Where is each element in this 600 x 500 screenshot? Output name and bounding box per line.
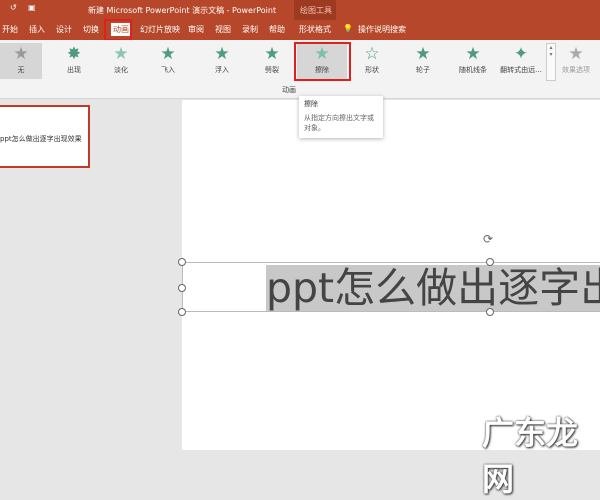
star-icon: ★ bbox=[568, 44, 584, 64]
tooltip-desc: 从指定方向擦出文字或对象。 bbox=[304, 114, 374, 132]
resize-handle[interactable] bbox=[178, 308, 186, 316]
search-box[interactable]: 操作说明搜索 bbox=[358, 24, 406, 35]
context-tab-label: 绘图工具 bbox=[300, 6, 332, 15]
star-icon: ✸ bbox=[66, 44, 82, 64]
ribbon-tabs: 开始 插入 设计 切换 动画 幻灯片放映 审阅 视图 录制 帮助 形状格式 💡 … bbox=[0, 20, 600, 40]
anim-float-in[interactable]: ★ 浮入 bbox=[202, 43, 242, 79]
star-icon: ★ bbox=[113, 44, 129, 64]
star-icon: ★ bbox=[264, 44, 280, 64]
resize-handle[interactable] bbox=[178, 258, 186, 266]
resize-handle[interactable] bbox=[178, 284, 186, 292]
rotate-handle-icon[interactable]: ⟳ bbox=[483, 232, 493, 246]
slide-thumbnail[interactable]: ppt怎么做出逐字出现效果 bbox=[0, 105, 90, 168]
tab-review[interactable]: 审阅 bbox=[188, 24, 204, 35]
anim-grow-turn[interactable]: ✦ 翻转式由远... bbox=[496, 43, 546, 79]
tab-home[interactable]: 开始 bbox=[2, 24, 18, 35]
window-title: 新建 Microsoft PowerPoint 演示文稿 - PowerPoin… bbox=[88, 6, 277, 15]
qat-icon[interactable]: ▣ bbox=[28, 3, 36, 12]
anim-fade[interactable]: ★ 淡化 bbox=[101, 43, 141, 79]
title-bar: ↺ ▣ 新建 Microsoft PowerPoint 演示文稿 - Power… bbox=[0, 0, 600, 40]
anim-wheel[interactable]: ★ 轮子 bbox=[403, 43, 443, 79]
slide-canvas: ppt怎么做出逐字出 ⟳ 广东龙网 bbox=[178, 100, 600, 498]
anim-fly-in[interactable]: ★ 飞入 bbox=[148, 43, 188, 79]
highlight-tab bbox=[104, 19, 132, 41]
star-icon: ★ bbox=[160, 44, 176, 64]
effect-options-button[interactable]: ★ 效果选项 bbox=[556, 43, 596, 79]
anim-split[interactable]: ★ 劈裂 bbox=[252, 43, 292, 79]
star-icon: ★ bbox=[13, 44, 29, 64]
anim-random-bars[interactable]: ★ 随机线条 bbox=[450, 43, 496, 79]
tab-record[interactable]: 录制 bbox=[242, 24, 258, 35]
resize-handle[interactable] bbox=[486, 258, 494, 266]
anim-none[interactable]: ★ 无 bbox=[0, 43, 42, 79]
highlight-wipe bbox=[294, 42, 351, 81]
tab-shape-format[interactable]: 形状格式 bbox=[299, 24, 331, 35]
text-box[interactable]: ppt怎么做出逐字出 bbox=[182, 262, 600, 312]
gallery-scrollbar[interactable]: ▴ ▾ bbox=[546, 43, 556, 81]
undo-icon[interactable]: ↺ bbox=[10, 3, 17, 12]
tab-slideshow[interactable]: 幻灯片放映 bbox=[140, 24, 180, 35]
tooltip-title: 擦除 bbox=[304, 100, 318, 108]
anim-appear[interactable]: ✸ 出现 bbox=[54, 43, 94, 79]
watermark: 广东龙网 bbox=[482, 414, 579, 498]
tab-view[interactable]: 视图 bbox=[215, 24, 231, 35]
lightbulb-icon: 💡 bbox=[343, 24, 353, 33]
anim-shape[interactable]: ☆ 形状 bbox=[352, 43, 392, 79]
tab-transitions[interactable]: 切换 bbox=[83, 24, 99, 35]
tooltip: 擦除 从指定方向擦出文字或对象。 bbox=[299, 96, 383, 138]
slide-text[interactable]: ppt怎么做出逐字出 bbox=[266, 265, 600, 311]
star-icon: ★ bbox=[465, 44, 481, 64]
star-icon: ☆ bbox=[364, 44, 380, 64]
tab-help[interactable]: 帮助 bbox=[269, 24, 285, 35]
tab-design[interactable]: 设计 bbox=[56, 24, 72, 35]
star-icon: ★ bbox=[415, 44, 431, 64]
group-label: 动画 bbox=[282, 86, 296, 94]
tab-insert[interactable]: 插入 bbox=[29, 24, 45, 35]
star-icon: ★ bbox=[214, 44, 230, 64]
star-icon: ✦ bbox=[513, 44, 529, 64]
resize-handle[interactable] bbox=[486, 308, 494, 316]
